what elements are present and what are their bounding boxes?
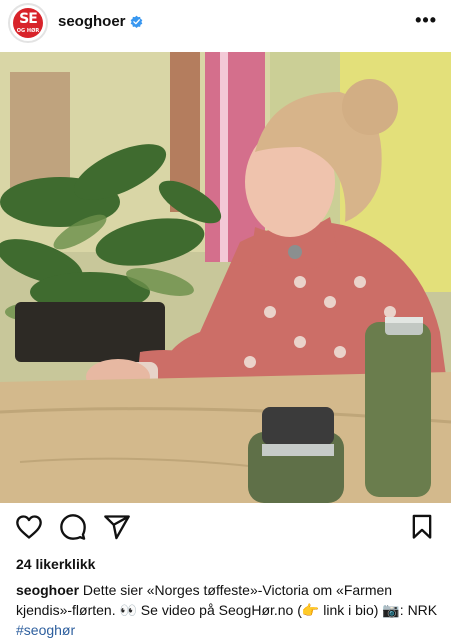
share-icon[interactable]: [103, 513, 131, 541]
bookmark-icon[interactable]: [408, 513, 436, 541]
more-options-button[interactable]: •••: [415, 10, 437, 31]
comment-icon[interactable]: [59, 513, 87, 541]
post-actions: [0, 513, 451, 547]
like-heart-icon[interactable]: [15, 513, 43, 541]
post-header: SE OG HØR seoghoer •••: [0, 0, 451, 48]
photo-illustration: [0, 52, 451, 503]
post-caption: seoghoer Dette sier «Norges tøffeste»-Vi…: [16, 580, 440, 640]
caption-username[interactable]: seoghoer: [16, 582, 79, 598]
caption-text: Dette sier «Norges tøffeste»-Victoria om…: [16, 582, 438, 618]
username[interactable]: seoghoer: [58, 13, 126, 30]
verified-badge-icon: [130, 15, 143, 28]
post-photo[interactable]: [0, 52, 451, 503]
caption-hashtag[interactable]: #seoghør: [16, 622, 75, 638]
like-count[interactable]: 24 likerklikk: [16, 556, 95, 572]
logo-text: SE: [19, 11, 38, 27]
brand-logo: SE OG HØR: [13, 8, 43, 38]
avatar[interactable]: SE OG HØR: [8, 3, 48, 43]
logo-subtext: OG HØR: [16, 28, 40, 34]
